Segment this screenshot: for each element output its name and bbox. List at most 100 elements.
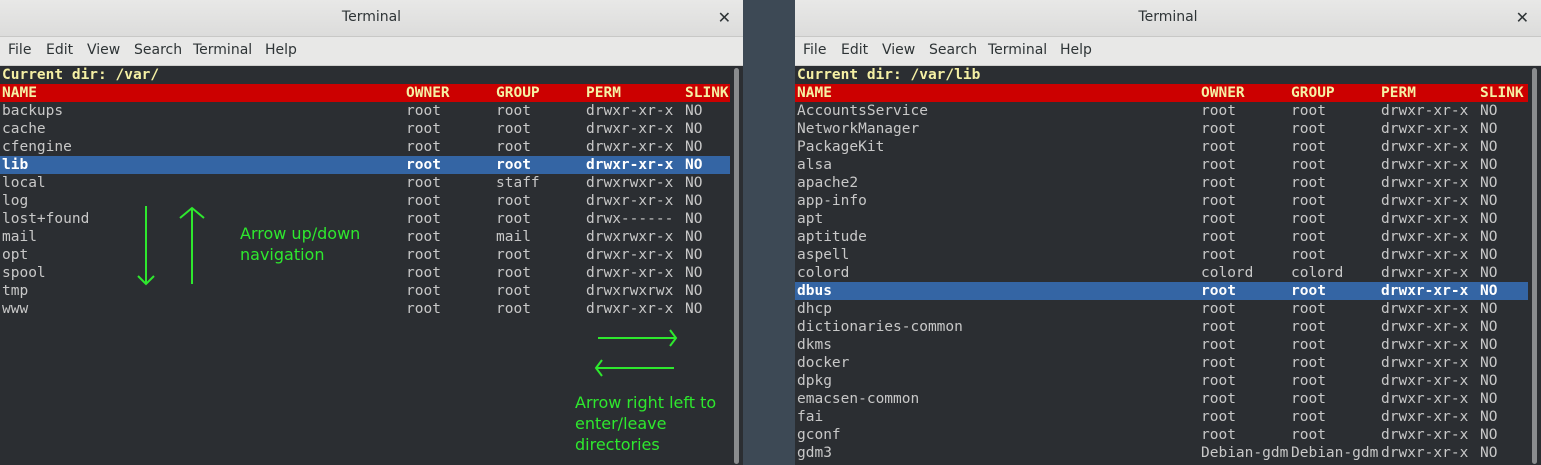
table-row[interactable]: dictionaries-common root root drwxr-xr-x NO	[795, 318, 1528, 336]
cell-owner: root	[406, 121, 441, 137]
desktop-background	[743, 0, 795, 465]
cell-perm: drwxr-xr-x	[586, 121, 674, 137]
table-row[interactable]: aptitude root root drwxr-xr-x NO	[795, 228, 1528, 246]
cell-perm: drwxrwxrwx	[586, 283, 674, 299]
table-row[interactable]: opt root root drwxr-xr-x NO	[0, 246, 730, 264]
cell-slink: NO	[685, 283, 703, 299]
cell-group: Debian-gdm	[1291, 445, 1379, 461]
cell-owner: root	[1201, 247, 1236, 263]
menu-search[interactable]: Search	[929, 42, 977, 58]
menu-help[interactable]: Help	[1060, 42, 1092, 58]
menu-file[interactable]: File	[803, 42, 826, 58]
annotation-line: Arrow up/down	[240, 224, 361, 243]
cell-name: PackageKit	[797, 139, 885, 155]
annotation-line: Arrow right left to	[575, 393, 717, 412]
menu-edit[interactable]: Edit	[841, 42, 868, 58]
cell-owner: root	[406, 103, 441, 119]
cell-group: root	[496, 139, 531, 155]
cell-name: cfengine	[2, 139, 72, 155]
cell-slink: NO	[1480, 355, 1498, 371]
cell-slink: NO	[1480, 193, 1498, 209]
table-row[interactable]: fai root root drwxr-xr-x NO	[795, 408, 1528, 426]
menu-terminal[interactable]: Terminal	[193, 42, 252, 58]
terminal-content[interactable]: Current dir: /var/lib NAME OWNER GROUP P…	[795, 66, 1528, 465]
table-row[interactable]: cfengine root root drwxr-xr-x NO	[0, 138, 730, 156]
cell-owner: colord	[1201, 265, 1254, 281]
table-row[interactable]: emacsen-common root root drwxr-xr-x NO	[795, 390, 1528, 408]
cell-slink: NO	[685, 121, 703, 137]
table-row[interactable]: tmp root root drwxrwxrwx NO	[0, 282, 730, 300]
cell-slink: NO	[1480, 391, 1498, 407]
terminal-window-right[interactable]: Terminal ✕ File Edit View Search Termina…	[795, 0, 1541, 465]
cell-name: gconf	[797, 427, 841, 443]
menu-bar: File Edit View Search Terminal Help	[795, 37, 1541, 66]
table-row[interactable]: dhcp root root drwxr-xr-x NO	[795, 300, 1528, 318]
scrollbar-thumb[interactable]	[1532, 68, 1537, 464]
table-row[interactable]: mail root mail drwxrwxr-x NO	[0, 228, 730, 246]
cell-group: root	[496, 247, 531, 263]
table-row[interactable]: NetworkManager root root drwxr-xr-x NO	[795, 120, 1528, 138]
table-row[interactable]: spool root root drwxr-xr-x NO	[0, 264, 730, 282]
leftright-arrows	[594, 329, 678, 377]
cell-name: colord	[797, 265, 850, 281]
terminal-window-left[interactable]: Terminal ✕ File Edit View Search Termina…	[0, 0, 743, 465]
table-row[interactable]: apt root root drwxr-xr-x NO	[795, 210, 1528, 228]
cell-perm: drwxr-xr-x	[1381, 445, 1469, 461]
table-row[interactable]: aspell root root drwxr-xr-x NO	[795, 246, 1528, 264]
menu-edit[interactable]: Edit	[46, 42, 73, 58]
menu-terminal[interactable]: Terminal	[988, 42, 1047, 58]
cell-name: emacsen-common	[797, 391, 920, 407]
table-row[interactable]: gdm3 Debian-gdm Debian-gdm drwxr-xr-x NO	[795, 444, 1528, 462]
table-row[interactable]: cache root root drwxr-xr-x NO	[0, 120, 730, 138]
cell-perm: drwxr-xr-x	[586, 157, 674, 173]
cell-slink: NO	[1480, 265, 1498, 281]
table-row[interactable]: log root root drwxr-xr-x NO	[0, 192, 730, 210]
cell-perm: drwxr-xr-x	[1381, 355, 1469, 371]
table-row[interactable]: dpkg root root drwxr-xr-x NO	[795, 372, 1528, 390]
table-row[interactable]: colord colord colord drwxr-xr-x NO	[795, 264, 1528, 282]
menu-help[interactable]: Help	[265, 42, 297, 58]
menu-view[interactable]: View	[882, 42, 915, 58]
table-row[interactable]: alsa root root drwxr-xr-x NO	[795, 156, 1528, 174]
cell-slink: NO	[1480, 229, 1498, 245]
cell-name: aptitude	[797, 229, 867, 245]
title-bar[interactable]: Terminal ✕	[0, 0, 743, 37]
cell-slink: NO	[1480, 319, 1498, 335]
table-row[interactable]: dkms root root drwxr-xr-x NO	[795, 336, 1528, 354]
selected-row[interactable]: dbus root root drwxr-xr-x NO	[795, 282, 1528, 300]
cell-slink: NO	[1480, 337, 1498, 353]
table-row[interactable]: apache2 root root drwxr-xr-x NO	[795, 174, 1528, 192]
cell-owner: root	[1201, 211, 1236, 227]
close-icon[interactable]: ✕	[1516, 8, 1529, 27]
table-row[interactable]: lost+found root root drwx------ NO	[0, 210, 730, 228]
cell-owner: root	[406, 175, 441, 191]
cell-owner: Debian-gdm	[1201, 445, 1289, 461]
cell-owner: root	[1201, 229, 1236, 245]
table-row[interactable]: gconf root root drwxr-xr-x NO	[795, 426, 1528, 444]
table-row[interactable]: app-info root root drwxr-xr-x NO	[795, 192, 1528, 210]
cell-name: www	[2, 301, 29, 317]
cell-slink: NO	[1480, 157, 1498, 173]
table-row[interactable]: www root root drwxr-xr-x NO	[0, 300, 730, 318]
table-row[interactable]: PackageKit root root drwxr-xr-x NO	[795, 138, 1528, 156]
menu-file[interactable]: File	[8, 42, 31, 58]
title-bar[interactable]: Terminal ✕	[795, 0, 1541, 37]
menu-view[interactable]: View	[87, 42, 120, 58]
cell-name: AccountsService	[797, 103, 928, 119]
cell-perm: drwxr-xr-x	[1381, 247, 1469, 263]
table-row[interactable]: local root staff drwxrwxr-x NO	[0, 174, 730, 192]
column-header-group: GROUP	[1291, 85, 1335, 101]
menu-search[interactable]: Search	[134, 42, 182, 58]
scrollbar[interactable]	[1528, 66, 1541, 465]
close-icon[interactable]: ✕	[718, 8, 731, 27]
cell-slink: NO	[1480, 139, 1498, 155]
cell-name: dbus	[797, 283, 832, 299]
table-row[interactable]: backups root root drwxr-xr-x NO	[0, 102, 730, 120]
cell-slink: NO	[1480, 427, 1498, 443]
cell-owner: root	[406, 229, 441, 245]
table-row[interactable]: AccountsService root root drwxr-xr-x NO	[795, 102, 1528, 120]
cell-perm: drwxr-xr-x	[1381, 301, 1469, 317]
selected-row[interactable]: lib root root drwxr-xr-x NO	[0, 156, 730, 174]
table-row[interactable]: docker root root drwxr-xr-x NO	[795, 354, 1528, 372]
cell-slink: NO	[1480, 409, 1498, 425]
